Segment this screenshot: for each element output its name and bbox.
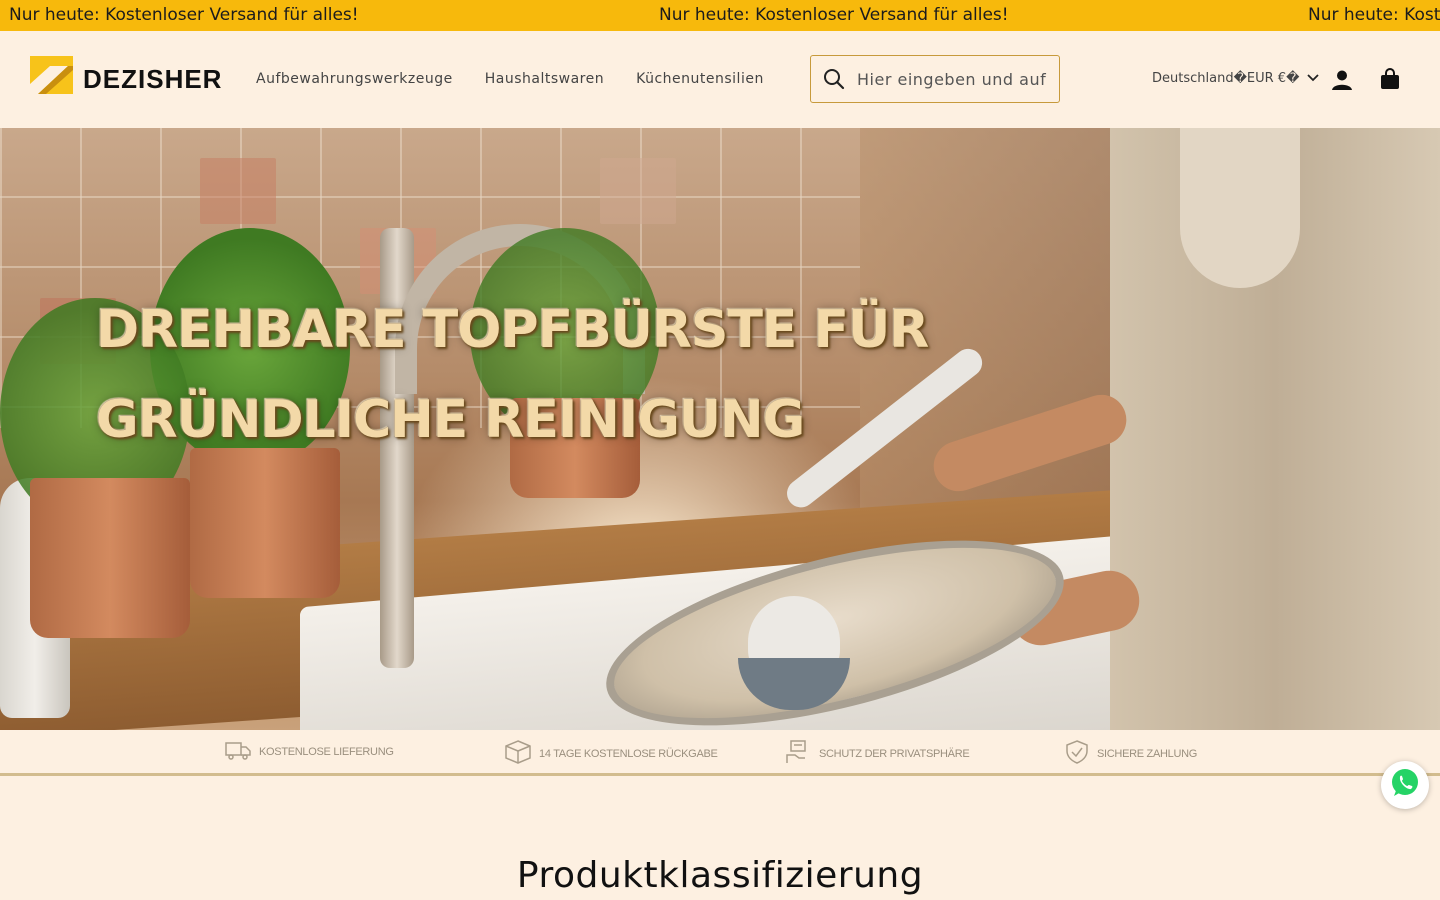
brand-name: DEZISHER [83,63,223,94]
section-title: Produktklassifizierung [516,855,924,896]
whatsapp-icon [1390,768,1420,802]
hero-banner[interactable]: DREHBARE TOPFBÜRSTE FÜR GRÜNDLICHE REINI… [0,128,1440,730]
clay-pot [190,448,340,598]
nav-item-haushaltswaren[interactable]: Haushaltswaren [485,71,604,87]
brand-logo[interactable]: DEZISHER [30,55,222,103]
shield-check-icon [1065,740,1089,767]
whatsapp-chat-button[interactable] [1381,761,1429,809]
shopping-bag-icon[interactable] [1380,68,1400,90]
truck-icon [225,740,251,763]
trust-item-secure-payment: SICHERE ZAHLUNG [1065,740,1197,767]
announcement-text: Nur heute: Kostenloser Versand für alles… [659,5,1009,25]
tile-decoration [600,158,676,224]
user-icon[interactable] [1331,69,1353,91]
chevron-down-icon [1307,71,1320,86]
hero-title-line1: DREHBARE TOPFBÜRSTE FÜR [96,300,929,360]
privacy-icon [785,740,811,767]
trust-item-free-delivery: KOSTENLOSE LIEFERUNG [225,740,394,763]
announcement-text: Nur heute: Kostenloser Versand für alles… [9,5,359,25]
search-box [810,55,1060,103]
hero-title-line2: GRÜNDLICHE REINIGUNG [96,390,805,450]
trust-label: SICHERE ZAHLUNG [1097,747,1198,760]
locale-selector[interactable]: Deutschland�EUR €� [1152,71,1320,86]
clay-pot [30,478,190,638]
tile-decoration [200,158,276,224]
search-icon[interactable] [811,56,857,102]
nav-item-kuechenutensilien[interactable]: Küchenutensilien [636,71,764,87]
trust-label: 14 TAGE KOSTENLOSE RÜCKGABE [539,747,718,760]
trust-label: SCHUTZ DER PRIVATSPHÄRE [819,747,970,760]
nav-item-aufbewahrungswerkzeuge[interactable]: Aufbewahrungswerkzeuge [256,71,453,87]
trust-item-returns: 14 TAGE KOSTENLOSE RÜCKGABE [505,740,718,767]
announcement-text: Nur heute: Kost [1308,5,1440,25]
trust-label: KOSTENLOSE LIEFERUNG [259,745,394,758]
person-shirt [1180,128,1300,288]
locale-label: Deutschland�EUR €� [1152,71,1300,86]
trust-bar: KOSTENLOSE LIEFERUNG 14 TAGE KOSTENLOSE … [0,730,1440,773]
trust-item-privacy: SCHUTZ DER PRIVATSPHÄRE [785,740,970,767]
logo-mark-icon [30,55,73,103]
divider [0,773,1440,776]
announcement-bar: Nur heute: Kostenloser Versand für alles… [0,0,1440,31]
main-nav: Aufbewahrungswerkzeuge Haushaltswaren Kü… [256,71,764,87]
site-header: DEZISHER Aufbewahrungswerkzeuge Haushalt… [0,31,1440,128]
search-input[interactable] [857,69,1052,89]
box-icon [505,740,531,767]
